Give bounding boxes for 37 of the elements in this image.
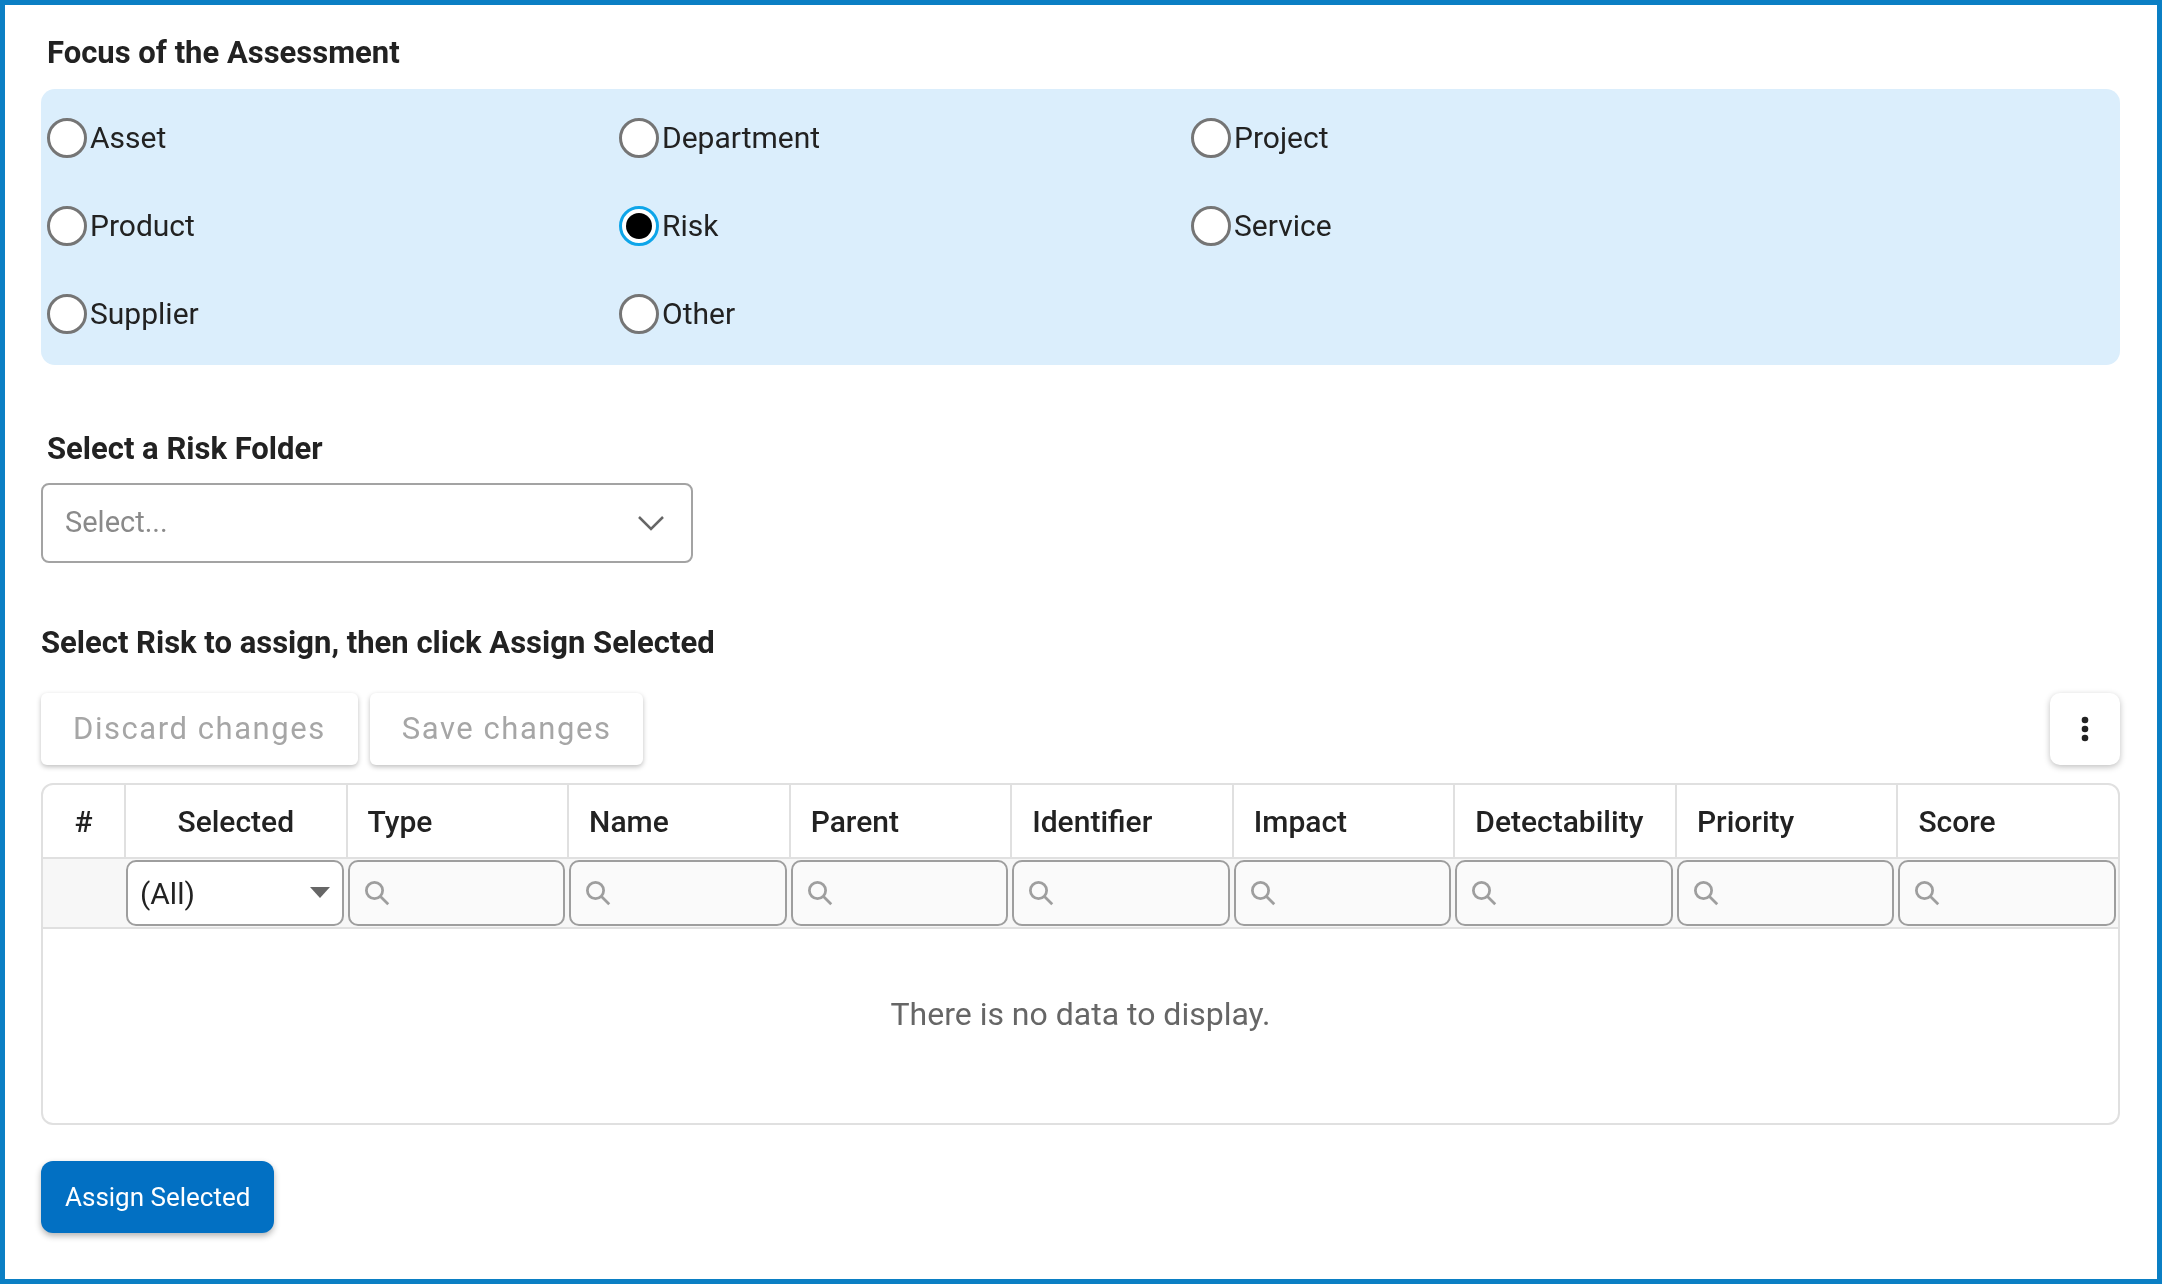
radio-option[interactable]: Service xyxy=(1191,206,1763,246)
select-placeholder: Select... xyxy=(65,504,168,542)
filter-dropdown[interactable]: (All) xyxy=(126,860,344,926)
radio-option[interactable]: Product xyxy=(47,206,619,246)
radio-button[interactable] xyxy=(619,206,659,246)
radio-option[interactable]: Other xyxy=(619,294,1191,334)
search-field[interactable] xyxy=(1676,860,1895,926)
filter-value: (All) xyxy=(140,874,195,913)
caret-icon xyxy=(309,887,330,899)
search-field[interactable] xyxy=(1233,860,1452,926)
search-field[interactable] xyxy=(347,860,566,926)
radio-option[interactable]: Asset xyxy=(47,118,619,158)
section-title: Focus of the Assessment xyxy=(47,33,401,73)
radio-option[interactable]: Risk xyxy=(619,206,1191,246)
radio-option[interactable]: Supplier xyxy=(47,294,619,334)
radio-option[interactable]: Project xyxy=(1191,118,1763,158)
search-field[interactable] xyxy=(569,860,787,926)
section-title: Select Risk to assign, then click Assign Selected xyxy=(41,623,716,663)
assign-selected-button[interactable]: Assign Selected xyxy=(41,1161,275,1233)
search-field[interactable] xyxy=(790,860,1009,926)
radio-button[interactable] xyxy=(619,118,659,158)
more-options-button[interactable] xyxy=(2050,693,2120,765)
search-field[interactable] xyxy=(1455,860,1673,926)
radio-button[interactable] xyxy=(47,118,87,158)
search-field[interactable] xyxy=(1898,860,2116,926)
chevron-down-icon xyxy=(637,515,665,531)
radio-button[interactable] xyxy=(47,294,87,334)
search-field[interactable] xyxy=(1012,860,1230,926)
radio-button[interactable] xyxy=(619,294,659,334)
kebab-menu-icon xyxy=(2081,716,2089,742)
radio-button[interactable] xyxy=(47,206,87,246)
section-title: Select a Risk Folder xyxy=(47,429,324,469)
column-header[interactable]: # xyxy=(43,785,124,857)
empty-message: There is no data to display. xyxy=(890,994,1271,1035)
radio-option[interactable]: Department xyxy=(619,118,1191,158)
radio-button[interactable] xyxy=(1191,118,1231,158)
radio-button[interactable] xyxy=(1191,206,1231,246)
